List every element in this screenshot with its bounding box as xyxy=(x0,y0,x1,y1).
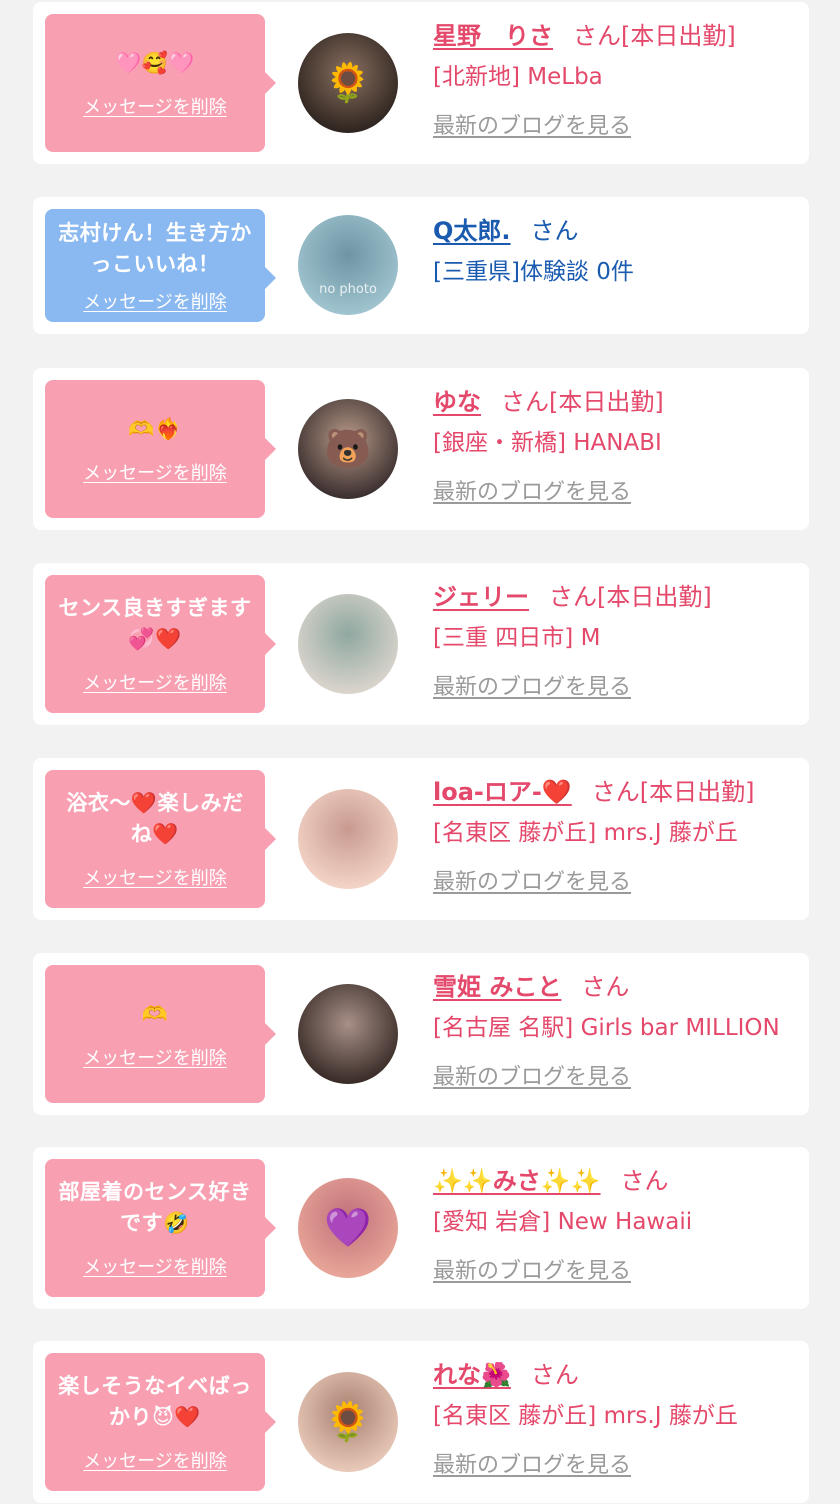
latest-blog-link[interactable]: 最新のブログを見る xyxy=(433,671,799,705)
user-name-link[interactable]: ジェリー xyxy=(433,583,529,611)
avatar[interactable]: 🌻 xyxy=(298,33,398,133)
no-photo-label: no photo xyxy=(319,282,377,297)
delete-message-link[interactable]: メッセージを削除 xyxy=(83,864,227,890)
name-suffix: さん xyxy=(581,973,630,1001)
user-name-link[interactable]: ✨✨みさ✨✨ xyxy=(433,1167,601,1195)
message-text: 🫶 xyxy=(141,1001,169,1026)
shop-label: [名古屋 名駅] Girls bar MILLION xyxy=(433,1015,780,1041)
shop-label: [名東区 藤が丘] mrs.J 藤が丘 xyxy=(433,1403,738,1429)
message-bubble: 楽しそうなイベばっかり😈❤️ メッセージを削除 xyxy=(45,1353,276,1491)
message-list: 🩷🥰🩷 メッセージを削除 🌻 星野 りさ さん[本日出勤] [北新地] MeLba… xyxy=(0,0,840,1504)
message-bubble: 🫶 メッセージを削除 xyxy=(45,965,276,1103)
latest-blog-link[interactable]: 最新のブログを見る xyxy=(433,866,799,900)
name-suffix: さん[本日出勤] xyxy=(501,388,664,416)
name-suffix: さん[本日出勤] xyxy=(549,583,712,611)
shop-label: [三重県]体験談 0件 xyxy=(433,259,634,285)
delete-message-link[interactable]: メッセージを削除 xyxy=(83,1253,227,1279)
sunflower-sticker-icon: 🌻 xyxy=(324,1399,372,1444)
message-bubble: 浴衣〜❤️楽しみだね❤️ メッセージを削除 xyxy=(45,770,276,908)
bear-sticker-icon: 🐻 xyxy=(324,426,372,471)
message-bubble: 🩷🥰🩷 メッセージを削除 xyxy=(45,14,276,152)
message-text: 楽しそうなイベばっかり😈❤️ xyxy=(58,1374,252,1429)
message-card: 🫶 メッセージを削除 雪姫 みこと さん [名古屋 名駅] Girls bar M… xyxy=(33,953,809,1115)
message-bubble: センス良きすぎます💞❤️ メッセージを削除 xyxy=(45,575,276,713)
message-bubble: 志村けん！生き方かっこいいね！ メッセージを削除 xyxy=(45,209,276,322)
name-suffix: さん[本日出勤] xyxy=(573,22,736,50)
latest-blog-link[interactable]: 最新のブログを見る xyxy=(433,1061,799,1095)
avatar[interactable] xyxy=(298,789,398,889)
name-suffix: さん xyxy=(530,217,579,245)
shop-label: [銀座・新橋] HANABI xyxy=(433,430,662,456)
message-card: 🫶❤️‍🔥 メッセージを削除 🐻 ゆな さん[本日出勤] [銀座・新橋] HANA… xyxy=(33,368,809,530)
message-card: 浴衣〜❤️楽しみだね❤️ メッセージを削除 loa-ロア-❤️ さん[本日出勤] … xyxy=(33,758,809,920)
avatar[interactable]: no photo xyxy=(298,215,398,315)
message-text: 志村けん！生き方かっこいいね！ xyxy=(58,220,252,276)
shop-label: [愛知 岩倉] New Hawaii xyxy=(433,1209,693,1235)
delete-message-link[interactable]: メッセージを削除 xyxy=(83,1447,227,1473)
avatar[interactable] xyxy=(298,594,398,694)
message-text: 浴衣〜❤️楽しみだね❤️ xyxy=(66,791,244,846)
latest-blog-link[interactable]: 最新のブログを見る xyxy=(433,1449,799,1483)
avatar[interactable] xyxy=(298,984,398,1084)
avatar[interactable]: 🌻 xyxy=(298,1372,398,1472)
user-name-link[interactable]: れな🌺 xyxy=(433,1361,511,1389)
delete-message-link[interactable]: メッセージを削除 xyxy=(83,459,227,485)
delete-message-link[interactable]: メッセージを削除 xyxy=(83,288,227,314)
sunflower-sticker-icon: 🌻 xyxy=(324,60,372,105)
message-text: 部屋着のセンス好きです🤣 xyxy=(58,1180,252,1235)
name-suffix: さん[本日出勤] xyxy=(591,778,755,806)
latest-blog-link[interactable]: 最新のブログを見る xyxy=(433,110,799,144)
name-suffix: さん xyxy=(620,1167,669,1195)
user-name-link[interactable]: 星野 りさ xyxy=(433,22,553,50)
shop-label: [三重 四日市] M xyxy=(433,625,601,651)
message-text: 🫶❤️‍🔥 xyxy=(128,416,182,441)
user-name-link[interactable]: Q太郎. xyxy=(433,217,511,245)
shop-label: [名東区 藤が丘] mrs.J 藤が丘 xyxy=(433,820,738,846)
user-name-link[interactable]: loa-ロア-❤️ xyxy=(433,778,572,806)
delete-message-link[interactable]: メッセージを削除 xyxy=(83,93,227,119)
message-bubble: 部屋着のセンス好きです🤣 メッセージを削除 xyxy=(45,1159,276,1297)
avatar[interactable]: 💜 xyxy=(298,1178,398,1278)
message-bubble: 🫶❤️‍🔥 メッセージを削除 xyxy=(45,380,276,518)
delete-message-link[interactable]: メッセージを削除 xyxy=(83,1044,227,1070)
avatar[interactable]: 🐻 xyxy=(298,399,398,499)
message-text: センス良きすぎます💞❤️ xyxy=(58,596,252,651)
message-text: 🩷🥰🩷 xyxy=(115,50,195,75)
message-card: センス良きすぎます💞❤️ メッセージを削除 ジェリー さん[本日出勤] [三重 四… xyxy=(33,563,809,725)
heart-sticker-icon: 💜 xyxy=(324,1205,372,1250)
name-suffix: さん xyxy=(530,1361,579,1389)
user-name-link[interactable]: 雪姫 みこと xyxy=(433,973,561,1001)
user-name-link[interactable]: ゆな xyxy=(433,388,481,416)
message-card: 志村けん！生き方かっこいいね！ メッセージを削除 no photo Q太郎. さん… xyxy=(33,197,809,334)
shop-label: [北新地] MeLba xyxy=(433,64,603,90)
message-card: 部屋着のセンス好きです🤣 メッセージを削除 💜 ✨✨みさ✨✨ さん [愛知 岩倉]… xyxy=(33,1147,809,1309)
latest-blog-link[interactable]: 最新のブログを見る xyxy=(433,1255,799,1289)
latest-blog-link[interactable]: 最新のブログを見る xyxy=(433,476,799,510)
message-card: 🩷🥰🩷 メッセージを削除 🌻 星野 りさ さん[本日出勤] [北新地] MeLba… xyxy=(33,2,809,164)
delete-message-link[interactable]: メッセージを削除 xyxy=(83,669,227,695)
message-card: 楽しそうなイベばっかり😈❤️ メッセージを削除 🌻 れな🌺 さん [名東区 藤が丘… xyxy=(33,1341,809,1503)
